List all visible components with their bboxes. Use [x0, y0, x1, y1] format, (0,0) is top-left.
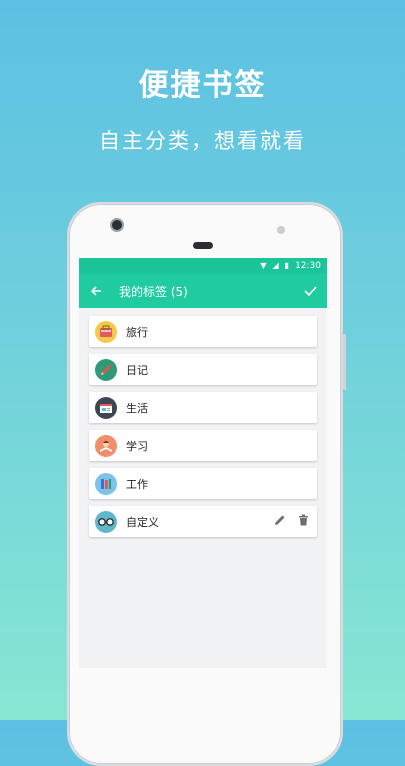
battery-icon: ▮	[284, 261, 290, 270]
tag-label: 学习	[126, 439, 148, 453]
tag-label: 工作	[126, 477, 148, 491]
tag-label: 日记	[126, 363, 148, 377]
phone-frame: ▼ ◢ ▮ 12:30 我的标签 (5) 旅行 日记 生活 学习 工作 自定义	[67, 202, 346, 766]
back-arrow-icon	[90, 286, 101, 296]
browser-window-icon	[95, 396, 117, 419]
tag-item-work[interactable]: 工作	[89, 468, 317, 499]
tag-item-life[interactable]: 生活	[89, 392, 317, 423]
travel-bag-icon	[95, 320, 117, 343]
tag-item-travel[interactable]: 旅行	[89, 316, 317, 347]
signal-icon: ◢	[272, 261, 279, 270]
app-toolbar: 我的标签 (5)	[79, 274, 327, 308]
power-button	[343, 334, 346, 390]
earpiece-speaker	[193, 242, 213, 249]
tag-item-study[interactable]: 学习	[89, 430, 317, 461]
edit-pencil-icon[interactable]	[274, 514, 286, 529]
tag-label: 旅行	[126, 325, 148, 339]
glasses-icon	[95, 510, 117, 533]
toolbar-title: 我的标签 (5)	[119, 284, 188, 299]
pencil-diary-icon	[95, 358, 117, 381]
tag-list: 旅行 日记 生活 学习 工作 自定义	[79, 308, 327, 537]
tag-label: 自定义	[126, 515, 159, 529]
promo-title: 便捷书签	[138, 68, 267, 103]
tag-label: 生活	[126, 401, 148, 415]
front-camera	[110, 218, 124, 232]
trash-icon[interactable]	[298, 514, 309, 529]
tag-item-custom[interactable]: 自定义	[89, 506, 317, 537]
student-reading-icon	[95, 434, 117, 457]
check-icon	[303, 286, 317, 297]
proximity-sensor	[277, 226, 285, 234]
app-screen: ▼ ◢ ▮ 12:30 我的标签 (5) 旅行 日记 生活 学习 工作 自定义	[79, 258, 327, 668]
status-time: 12:30	[295, 261, 321, 271]
promo-subtitle: 自主分类，想看就看	[99, 129, 306, 153]
tag-item-diary[interactable]: 日记	[89, 354, 317, 385]
wifi-icon: ▼	[260, 261, 267, 270]
confirm-button[interactable]	[293, 274, 327, 308]
folders-icon	[95, 472, 117, 495]
status-bar: ▼ ◢ ▮ 12:30	[79, 258, 327, 274]
back-button[interactable]	[79, 274, 113, 308]
